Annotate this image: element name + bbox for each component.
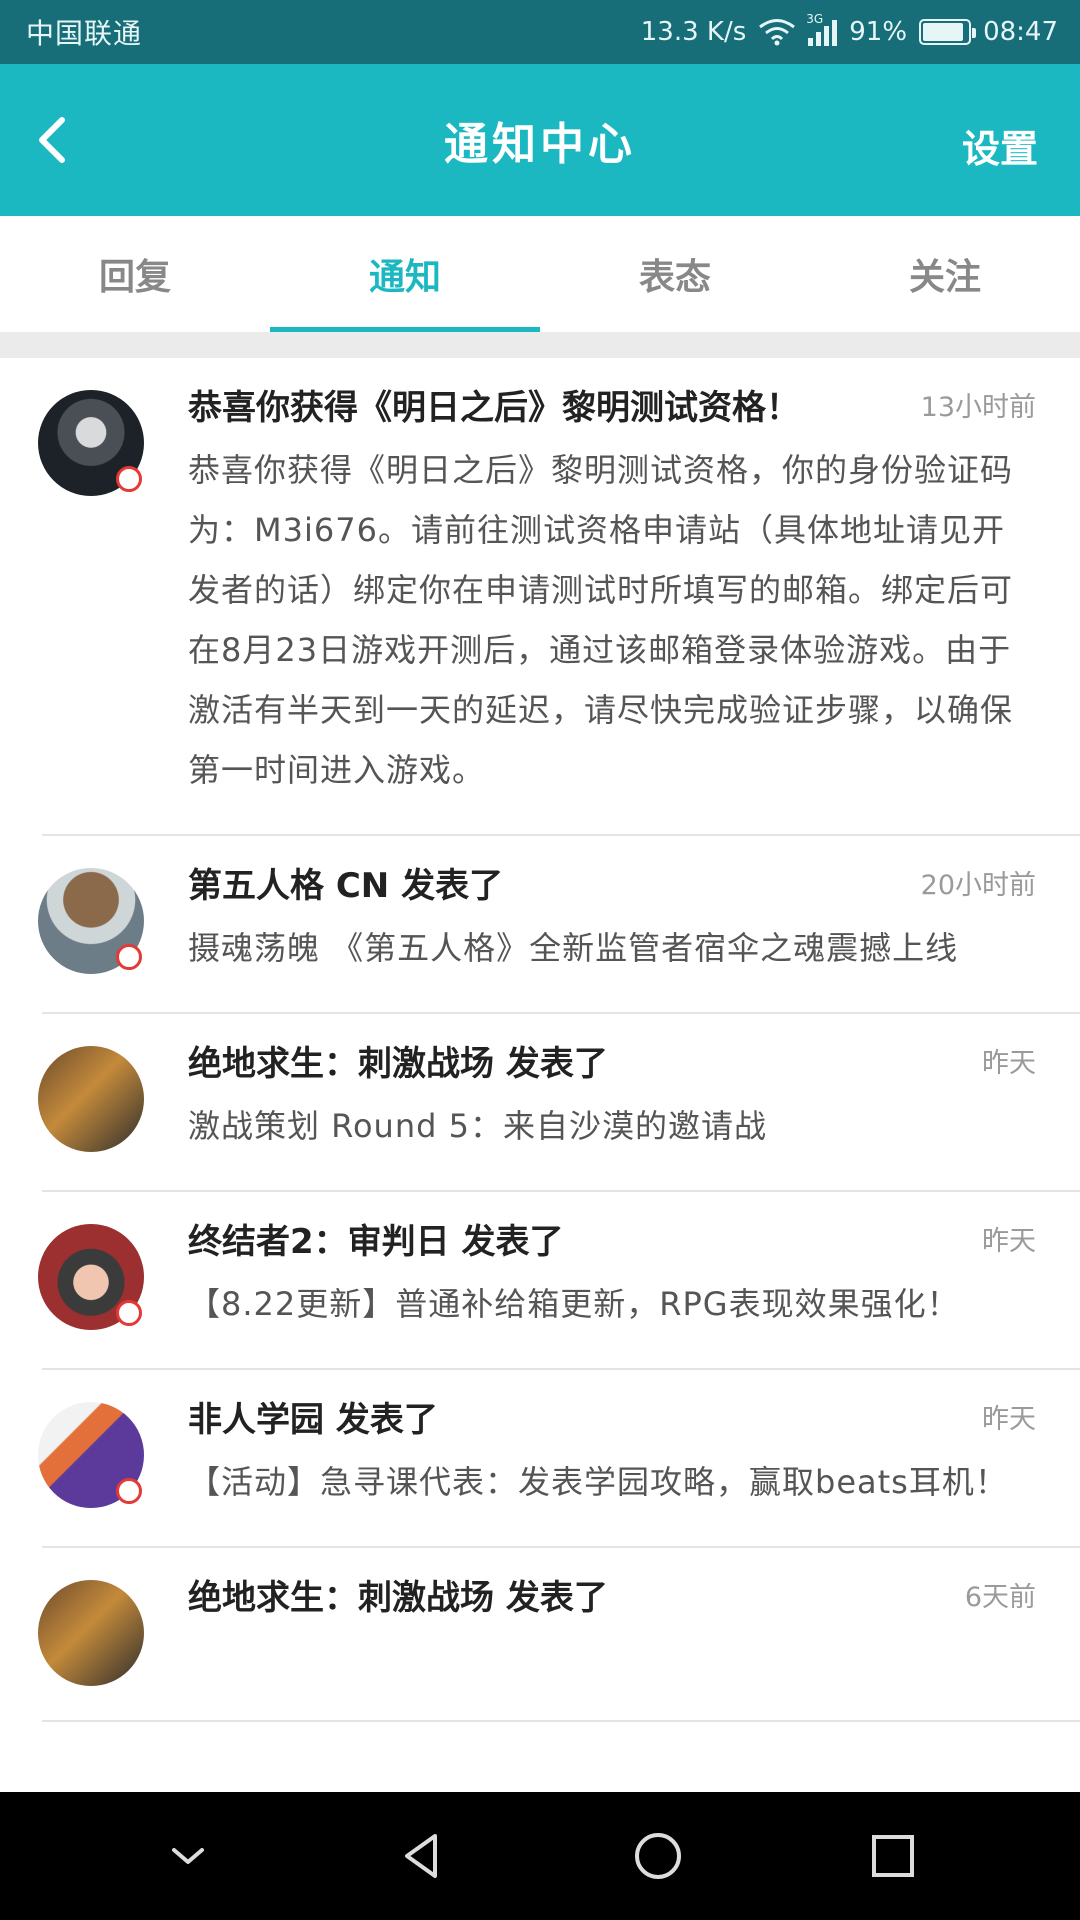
notification-body: 【活动】急寻课代表：发表学园攻略，赢取beats耳机！ <box>188 1463 1008 1501</box>
tab-bar: 回复 通知 表态 关注 <box>0 216 1080 332</box>
chevron-left-icon <box>39 117 65 163</box>
notification-body: 激战策划 Round 5：来自沙漠的邀请战 <box>188 1107 767 1145</box>
netease-badge-icon <box>116 1300 142 1326</box>
tab-following[interactable]: 关注 <box>810 216 1080 332</box>
avatar[interactable] <box>38 1224 144 1330</box>
battery-percent: 91% <box>849 17 908 47</box>
avatar[interactable] <box>38 1046 144 1152</box>
wifi-icon <box>759 19 796 46</box>
notification-time: 昨天 <box>982 1048 1036 1079</box>
system-nav-bar <box>0 1792 1080 1920</box>
status-bar: 中国联通 13.3 K/s 3G 91% 08:47 <box>0 0 1080 64</box>
hide-nav-button[interactable] <box>148 1816 228 1896</box>
notification-time: 20小时前 <box>920 870 1036 901</box>
notification-title: 绝地求生：刺激战场 发表了 <box>188 1044 608 1084</box>
network-type: 3G <box>806 12 824 26</box>
notification-title: 非人学园 发表了 <box>188 1400 438 1440</box>
carrier-name: 中国联通 <box>26 17 143 50</box>
notification-list[interactable]: 恭喜你获得《明日之后》黎明测试资格！ 13小时前 恭喜你获得《明日之后》黎明测试… <box>0 358 1080 1792</box>
nav-home-button[interactable] <box>618 1816 698 1896</box>
notification-item[interactable]: 恭喜你获得《明日之后》黎明测试资格！ 13小时前 恭喜你获得《明日之后》黎明测试… <box>0 358 1080 836</box>
network-speed: 13.3 K/s <box>640 17 747 47</box>
netease-badge-icon <box>116 944 142 970</box>
avatar[interactable] <box>38 390 144 496</box>
notification-body: 【8.22更新】普通补给箱更新，RPG表现效果强化！ <box>188 1285 960 1323</box>
notification-time: 昨天 <box>982 1226 1036 1257</box>
avatar[interactable] <box>38 868 144 974</box>
recent-square-icon <box>871 1835 914 1877</box>
netease-badge-icon <box>116 466 142 492</box>
notification-title: 绝地求生：刺激战场 发表了 <box>188 1578 608 1618</box>
app-header: 通知中心 设置 <box>0 64 1080 216</box>
notification-time: 昨天 <box>982 1404 1036 1435</box>
nav-back-button[interactable] <box>383 1816 463 1896</box>
notification-item[interactable]: 第五人格 CN 发表了 20小时前 摄魂荡魄 《第五人格》全新监管者宿伞之魂震撼… <box>0 836 1080 1014</box>
notification-title: 恭喜你获得《明日之后》黎明测试资格！ <box>188 388 800 428</box>
tab-reactions[interactable]: 表态 <box>540 216 810 332</box>
notification-title: 第五人格 CN 发表了 <box>188 866 504 906</box>
notification-body: 恭喜你获得《明日之后》黎明测试资格，你的身份验证码为：M3i676。请前往测试资… <box>188 451 1014 789</box>
chevron-down-icon <box>171 1848 204 1864</box>
battery-icon <box>919 19 977 45</box>
signal-icon: 3G <box>806 12 838 46</box>
notification-time: 13小时前 <box>920 392 1036 423</box>
notification-body: 摄魂荡魄 《第五人格》全新监管者宿伞之魂震撼上线 <box>188 929 959 967</box>
nav-recent-button[interactable] <box>853 1816 933 1896</box>
notification-item[interactable]: 非人学园 发表了 昨天 【活动】急寻课代表：发表学园攻略，赢取beats耳机！ <box>0 1370 1080 1548</box>
notification-title: 终结者2：审判日 发表了 <box>188 1222 564 1262</box>
notification-time: 6天前 <box>964 1582 1036 1613</box>
page-title: 通知中心 <box>444 119 636 170</box>
back-triangle-icon <box>404 1834 437 1878</box>
notification-item[interactable]: 终结者2：审判日 发表了 昨天 【8.22更新】普通补给箱更新，RPG表现效果强… <box>0 1192 1080 1370</box>
notification-item[interactable]: 绝地求生：刺激战场 发表了 昨天 激战策划 Round 5：来自沙漠的邀请战 <box>0 1014 1080 1192</box>
status-indicators: 13.3 K/s 3G 91% 08:47 <box>640 12 1058 47</box>
avatar[interactable] <box>38 1402 144 1508</box>
settings-button[interactable]: 设置 <box>962 118 1038 173</box>
divider <box>0 332 1080 358</box>
netease-badge-icon <box>116 1478 142 1504</box>
notification-item[interactable]: 绝地求生：刺激战场 发表了 6天前 <box>0 1548 1080 1722</box>
back-button[interactable] <box>32 104 102 176</box>
battery-level <box>923 23 964 41</box>
clock: 08:47 <box>983 17 1058 47</box>
home-circle-icon <box>634 1833 681 1879</box>
avatar[interactable] <box>38 1580 144 1686</box>
tab-reply[interactable]: 回复 <box>0 216 270 332</box>
tab-notifications[interactable]: 通知 <box>270 216 540 332</box>
